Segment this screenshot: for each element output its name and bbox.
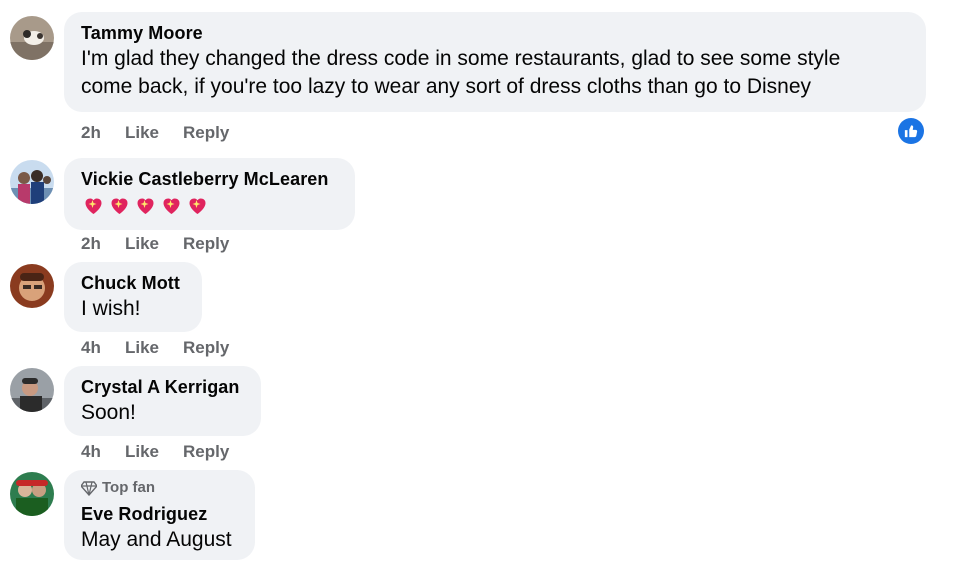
avatar[interactable]	[10, 368, 54, 412]
sparkling-heart-icon	[111, 198, 128, 214]
diamond-icon	[81, 481, 97, 496]
comment-time[interactable]: 2h	[81, 234, 125, 254]
comment-text: I wish!	[81, 297, 141, 320]
reply-button[interactable]: Reply	[183, 234, 229, 254]
comment-text-line: I'm glad they changed the dress code in …	[81, 47, 841, 70]
comment-bubble: Chuck Mott I wish!	[64, 262, 202, 332]
comment-emoji-row	[81, 191, 338, 219]
comment-text: May and August	[81, 528, 232, 551]
top-fan-badge: Top fan	[81, 478, 238, 498]
top-fan-label: Top fan	[102, 479, 156, 496]
comment-time[interactable]: 4h	[81, 338, 125, 358]
comment-bubble: Crystal A Kerrigan Soon!	[64, 366, 261, 436]
like-button[interactable]: Like	[125, 338, 183, 358]
comment-actions: 4h Like Reply	[81, 442, 229, 462]
sparkling-heart-icon	[85, 198, 102, 214]
comment-bubble: Top fan Eve Rodriguez May and August	[64, 470, 255, 560]
reply-button[interactable]: Reply	[183, 338, 229, 358]
avatar[interactable]	[10, 472, 54, 516]
comment-actions: 4h Like Reply	[81, 338, 229, 358]
comment-actions: 2h Like Reply	[81, 123, 229, 143]
previous-comment-actions-cutoff	[100, 0, 250, 4]
like-button[interactable]: Like	[125, 234, 183, 254]
avatar[interactable]	[10, 160, 54, 204]
like-button[interactable]: Like	[125, 123, 183, 143]
reply-button[interactable]: Reply	[183, 123, 229, 143]
like-icon[interactable]	[898, 118, 924, 144]
avatar[interactable]	[10, 264, 54, 308]
comment-author[interactable]: Chuck Mott	[81, 271, 185, 295]
comment-text: Soon!	[81, 401, 136, 424]
comment-bubble: Tammy Moore I'm glad they changed the dr…	[64, 12, 926, 112]
comment-author[interactable]: Eve Rodriguez	[81, 502, 238, 526]
sparkling-heart-icon	[189, 198, 206, 214]
reply-button[interactable]: Reply	[183, 442, 229, 462]
comment-time[interactable]: 4h	[81, 442, 125, 462]
comment-author[interactable]: Tammy Moore	[81, 21, 909, 45]
sparkling-heart-icon	[163, 198, 180, 214]
avatar[interactable]	[10, 16, 54, 60]
sparkling-heart-icon	[137, 198, 154, 214]
comment-text-line: come back, if you're too lazy to wear an…	[81, 75, 812, 98]
comment-author[interactable]: Crystal A Kerrigan	[81, 375, 244, 399]
comment-time[interactable]: 2h	[81, 123, 125, 143]
comment-bubble: Vickie Castleberry McLearen	[64, 158, 355, 230]
comment-actions: 2h Like Reply	[81, 234, 229, 254]
like-button[interactable]: Like	[125, 442, 183, 462]
comment-author[interactable]: Vickie Castleberry McLearen	[81, 167, 338, 191]
